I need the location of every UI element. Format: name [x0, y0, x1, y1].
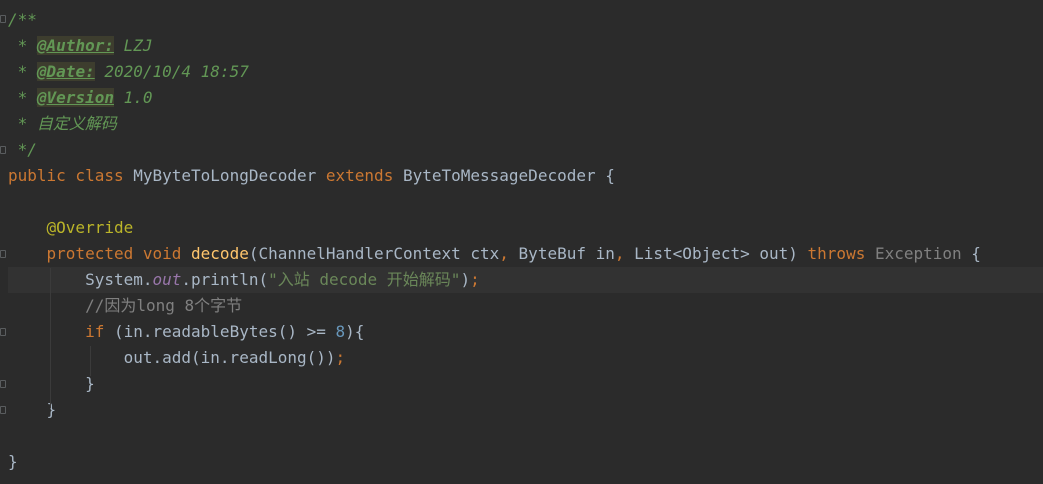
code-token: * 自定义解码: [8, 114, 117, 133]
fold-marker-icon[interactable]: [0, 15, 6, 23]
code-line[interactable]: //因为long 8个字节: [8, 293, 1043, 319]
code-line[interactable]: }: [8, 397, 1043, 423]
fold-marker-icon[interactable]: [0, 250, 6, 258]
code-token: @Date:: [36, 62, 95, 81]
code-token: {: [961, 244, 981, 263]
code-token: *: [8, 62, 37, 81]
code-line[interactable]: protected void decode(ChannelHandlerCont…: [8, 241, 1043, 267]
code-token: ){: [345, 322, 365, 341]
code-token: ByteToMessageDecoder {: [402, 166, 615, 185]
code-token: MyByteToLongDecoder: [133, 166, 326, 185]
indent-guide: [50, 268, 51, 408]
code-line[interactable]: out.add(in.readLong());: [8, 345, 1043, 371]
code-token: System.: [8, 270, 153, 289]
code-token: }: [8, 374, 95, 393]
code-token: LZJ: [113, 36, 153, 55]
code-token: ;: [470, 270, 480, 289]
code-line[interactable]: }: [8, 449, 1043, 475]
code-token: (ChannelHandlerContext ctx: [248, 244, 500, 263]
code-line[interactable]: [8, 189, 1043, 215]
code-line[interactable]: * 自定义解码: [8, 111, 1043, 137]
code-token: ): [460, 270, 471, 289]
code-token: throws: [807, 244, 875, 263]
code-token: */: [8, 140, 37, 159]
code-editor[interactable]: /** * @Author: LZJ * @Date: 2020/10/4 18…: [0, 0, 1043, 484]
code-token: protected void: [8, 244, 192, 263]
code-line[interactable]: @Override: [8, 215, 1043, 241]
code-line[interactable]: * @Author: LZJ: [8, 33, 1043, 59]
code-token: extends: [325, 166, 403, 185]
indent-guide: [90, 346, 91, 376]
fold-marker-icon[interactable]: [0, 328, 6, 336]
fold-marker-icon[interactable]: [0, 146, 6, 154]
code-token: ,: [499, 244, 519, 263]
code-line[interactable]: public class MyByteToLongDecoder extends…: [8, 163, 1043, 189]
code-token: public class: [8, 166, 134, 185]
code-token: *: [8, 36, 37, 55]
code-token: ByteBuf in: [518, 244, 615, 263]
code-token: @Version: [36, 88, 114, 107]
code-token: 2020/10/4 18:57: [94, 62, 249, 81]
code-token: }: [8, 400, 57, 419]
code-token: out: [152, 270, 182, 289]
code-token: 8: [335, 322, 346, 341]
code-line[interactable]: * @Date: 2020/10/4 18:57: [8, 59, 1043, 85]
code-token: @Override: [8, 218, 134, 237]
code-line[interactable]: }: [8, 371, 1043, 397]
code-token: .println(: [181, 270, 269, 289]
code-line[interactable]: [8, 423, 1043, 449]
code-token: *: [8, 88, 37, 107]
code-token: }: [8, 452, 18, 471]
code-token: @Author:: [36, 36, 114, 55]
code-line[interactable]: * @Version 1.0: [8, 85, 1043, 111]
code-line[interactable]: */: [8, 137, 1043, 163]
code-token: List<Object> out): [634, 244, 808, 263]
code-line[interactable]: /**: [8, 7, 1043, 33]
code-token: Exception: [874, 244, 962, 263]
code-token: "入站 decode 开始解码": [268, 270, 461, 289]
code-token: ;: [335, 348, 346, 367]
code-token: 1.0: [113, 88, 153, 107]
code-token: (in.readableBytes() >=: [113, 322, 336, 341]
fold-marker-icon[interactable]: [0, 380, 6, 388]
fold-marker-icon[interactable]: [0, 406, 6, 414]
code-token: decode: [191, 244, 249, 263]
code-token: if: [8, 322, 114, 341]
code-line[interactable]: System.out.println("入站 decode 开始解码");: [8, 267, 1043, 293]
code-token: ,: [614, 244, 635, 263]
code-token: /**: [8, 10, 37, 29]
code-token: out.add(in.readLong()): [8, 348, 336, 367]
code-line[interactable]: if (in.readableBytes() >= 8){: [8, 319, 1043, 345]
code-token: //因为long 8个字节: [8, 296, 243, 315]
